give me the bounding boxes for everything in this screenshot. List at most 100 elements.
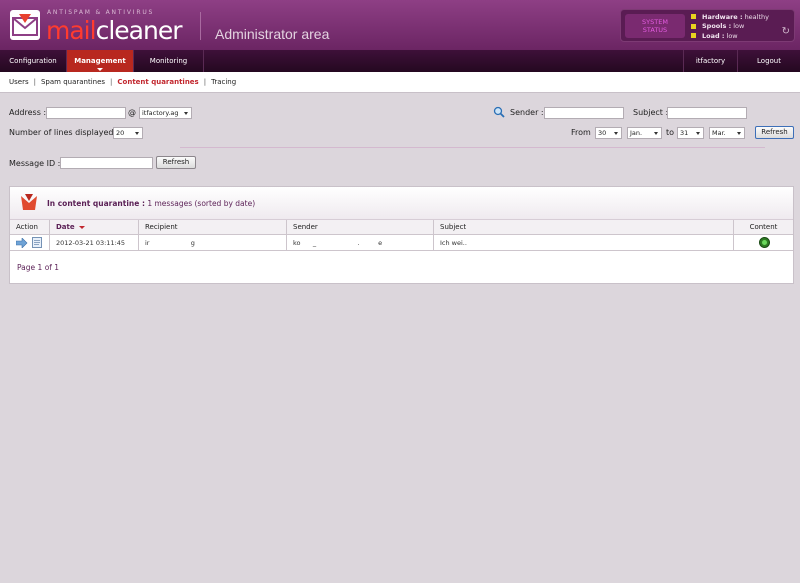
status-label-line2: STATUS <box>642 26 668 34</box>
status-name: Spools : <box>702 22 732 31</box>
to-label: to <box>666 128 675 137</box>
sender-label: Sender : <box>510 108 544 117</box>
results-header: In content quarantine : 1 messages (sort… <box>10 187 793 220</box>
subnav-separator: | <box>203 78 207 86</box>
col-subject[interactable]: Subject <box>434 220 734 234</box>
nav-management[interactable]: Management <box>67 50 134 72</box>
sub-nav: Users | Spam quarantines | Content quarantin… <box>0 72 800 93</box>
results-title-bold: In content quarantine : <box>47 199 145 208</box>
app-header: ANTISPAM & ANTIVIRUS mailcleaner Adminis… <box>0 0 800 50</box>
row-content <box>734 235 793 250</box>
pagination: Page 1 of 1 <box>17 263 60 272</box>
row-subject: Ich wei.. <box>434 235 734 250</box>
status-load: Load : low <box>691 31 769 41</box>
filter-separator <box>180 147 765 148</box>
table-header: Action Date Recipient Sender Subject Con… <box>10 220 793 235</box>
refresh-status-icon[interactable]: ↻ <box>782 26 790 37</box>
brand-tagline: ANTISPAM & ANTIVIRUS <box>47 9 155 16</box>
row-actions <box>10 235 50 250</box>
status-dot-icon <box>691 14 696 20</box>
lines-value: 20 <box>116 129 125 137</box>
nav-monitoring[interactable]: Monitoring <box>134 50 204 72</box>
subnav-separator: | <box>110 78 113 86</box>
dropdown-arrow-icon <box>135 132 139 135</box>
address-label: Address : <box>9 108 47 117</box>
to-month-value: Mar. <box>712 129 726 137</box>
subnav-separator: | <box>33 78 36 86</box>
lines-select[interactable]: 20 <box>113 127 143 139</box>
dropdown-arrow-icon <box>654 132 658 135</box>
table-row: 2012-03-21 03:11:45 ir g ko _ . e Ich we… <box>10 235 793 251</box>
from-day-select[interactable]: 30 <box>595 127 622 139</box>
sort-desc-icon <box>78 225 85 229</box>
results-title: In content quarantine : 1 messages (sort… <box>47 199 255 208</box>
status-dot-icon <box>691 23 696 29</box>
quarantine-icon <box>21 194 37 210</box>
from-month-value: Jan. <box>630 129 643 137</box>
refresh-button[interactable]: Refresh <box>755 126 794 139</box>
col-date[interactable]: Date <box>50 220 139 234</box>
message-id-refresh-button[interactable]: Refresh <box>156 156 196 169</box>
row-date: 2012-03-21 03:11:45 <box>50 235 139 250</box>
status-spools: Spools : low <box>691 22 769 32</box>
dropdown-arrow-icon <box>184 112 188 115</box>
to-day-select[interactable]: 31 <box>677 127 704 139</box>
subnav-users[interactable]: Users <box>9 78 29 86</box>
caret-down-icon <box>97 68 103 71</box>
from-day-value: 30 <box>598 129 607 137</box>
at-sign: @ <box>128 108 136 117</box>
header-divider <box>200 12 201 40</box>
subject-label: Subject : <box>633 108 669 117</box>
col-sender[interactable]: Sender <box>287 220 434 234</box>
brand-wordmark: mailcleaner <box>46 16 183 45</box>
nav-logout[interactable]: Logout <box>738 50 800 72</box>
nav-management-label: Management <box>74 57 126 65</box>
from-label: From <box>571 128 591 137</box>
status-hardware: Hardware : healthy <box>691 12 769 22</box>
to-month-select[interactable]: Mar. <box>709 127 745 139</box>
dropdown-arrow-icon <box>696 132 700 135</box>
col-recipient[interactable]: Recipient <box>139 220 287 234</box>
results-panel: In content quarantine : 1 messages (sort… <box>9 186 794 284</box>
status-name: Hardware : <box>702 12 743 21</box>
dropdown-arrow-icon <box>614 132 618 135</box>
from-month-select[interactable]: Jan. <box>627 127 662 139</box>
address-input[interactable] <box>46 107 126 119</box>
brand-mail: mail <box>46 16 97 45</box>
dropdown-arrow-icon <box>737 132 741 135</box>
domain-value: itfactory.ag <box>142 109 179 117</box>
subnav-spam-quarantines[interactable]: Spam quarantines <box>41 78 105 86</box>
page-title: Administrator area <box>215 26 330 42</box>
sender-input[interactable] <box>544 107 624 119</box>
row-recipient: ir g <box>139 235 287 250</box>
to-day-value: 31 <box>680 129 689 137</box>
col-content: Content <box>749 223 778 231</box>
results-title-count: 1 messages (sorted by date) <box>147 199 256 208</box>
status-label-line1: SYSTEM <box>642 18 668 26</box>
system-status-panel: SYSTEM STATUS Hardware : healthy Spools :… <box>620 9 795 42</box>
release-arrow-icon[interactable] <box>16 238 28 248</box>
message-id-input[interactable] <box>60 157 153 169</box>
content-ok-icon[interactable] <box>759 237 770 248</box>
subnav-content-quarantines[interactable]: Content quarantines <box>117 78 198 86</box>
brand-cleaner: cleaner <box>95 16 183 45</box>
status-value: low <box>733 22 745 31</box>
search-icon <box>493 106 505 118</box>
view-message-icon[interactable] <box>32 237 42 248</box>
col-action: Action <box>10 220 50 234</box>
status-list: Hardware : healthy Spools : low Load : low <box>691 12 769 41</box>
system-status-label: SYSTEM STATUS <box>625 14 685 38</box>
nav-user[interactable]: itfactory <box>683 50 738 72</box>
nav-configuration[interactable]: Configuration <box>0 50 67 72</box>
status-dot-icon <box>691 33 696 39</box>
col-date-label: Date <box>56 223 75 231</box>
subject-input[interactable] <box>667 107 747 119</box>
subnav-tracing[interactable]: Tracing <box>211 78 236 86</box>
main-nav: Configuration Management Monitoring itfa… <box>0 50 800 72</box>
message-id-label: Message ID : <box>9 159 61 168</box>
domain-select[interactable]: itfactory.ag <box>139 107 192 119</box>
mailcleaner-logo-icon[interactable] <box>10 10 40 40</box>
status-value: healthy <box>744 12 769 21</box>
status-name: Load : <box>702 31 725 40</box>
status-value: low <box>726 31 738 40</box>
